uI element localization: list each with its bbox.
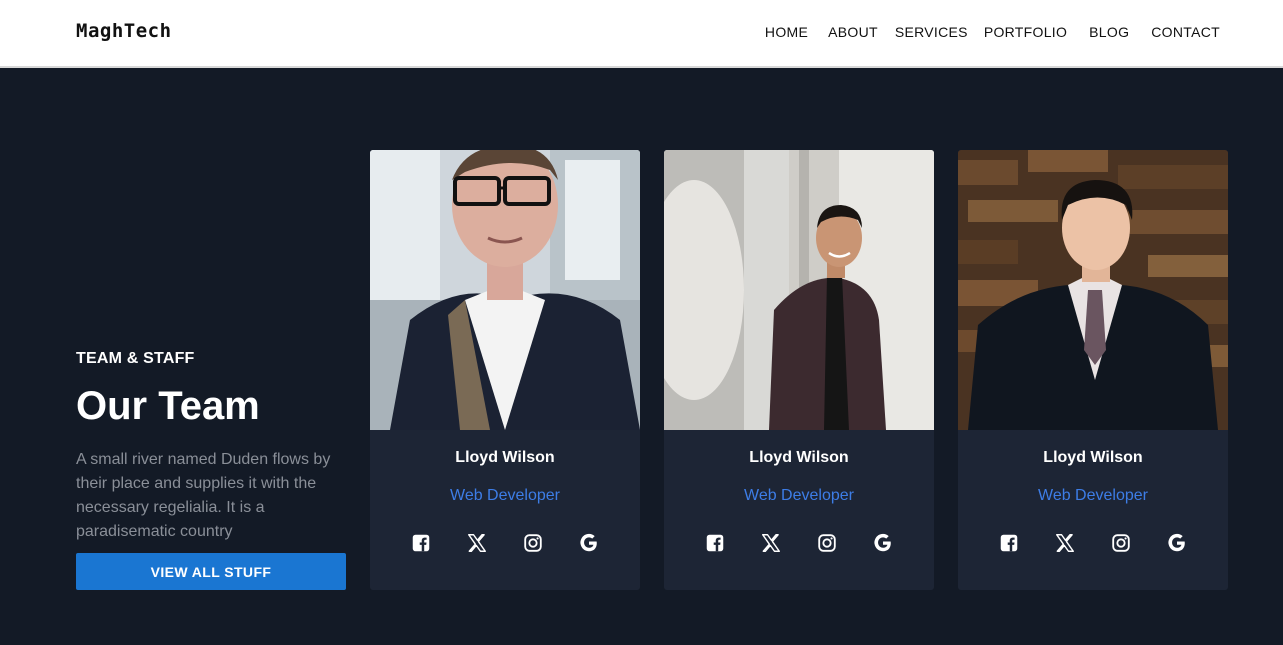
- instagram-icon[interactable]: [1093, 531, 1149, 555]
- x-icon[interactable]: [449, 531, 505, 555]
- x-icon[interactable]: [743, 531, 799, 555]
- social-links: [664, 531, 934, 555]
- google-icon[interactable]: [855, 531, 911, 555]
- member-name: Lloyd Wilson: [749, 449, 849, 466]
- team-intro: TEAM & STAFF Our Team A small river name…: [76, 350, 346, 590]
- card-body: Lloyd Wilson Web Developer: [370, 449, 640, 555]
- member-photo: [370, 150, 640, 430]
- facebook-icon[interactable]: [393, 531, 449, 555]
- team-card: Lloyd Wilson Web Developer: [958, 150, 1228, 590]
- member-role: Web Developer: [744, 487, 854, 504]
- section-description: A small river named Duden flows by their…: [76, 451, 331, 540]
- social-links: [370, 531, 640, 555]
- member-role: Web Developer: [1038, 487, 1148, 504]
- x-icon[interactable]: [1037, 531, 1093, 555]
- team-card: Lloyd Wilson Web Developer: [370, 150, 640, 590]
- social-links: [958, 531, 1228, 555]
- team-card: Lloyd Wilson Web Developer: [664, 150, 934, 590]
- brand-logo[interactable]: MaghTech: [76, 20, 172, 42]
- google-icon[interactable]: [1149, 531, 1205, 555]
- team-section: TEAM & STAFF Our Team A small river name…: [0, 70, 1283, 645]
- card-body: Lloyd Wilson Web Developer: [664, 449, 934, 555]
- facebook-icon[interactable]: [981, 531, 1037, 555]
- google-icon[interactable]: [561, 531, 617, 555]
- member-photo: [664, 150, 934, 430]
- nav-about[interactable]: ABOUT: [828, 24, 878, 40]
- member-name: Lloyd Wilson: [1043, 449, 1143, 466]
- view-all-staff-button[interactable]: VIEW ALL STUFF: [76, 553, 346, 590]
- section-title: Our Team: [76, 384, 260, 428]
- facebook-icon[interactable]: [687, 531, 743, 555]
- member-role: Web Developer: [450, 487, 560, 504]
- navbar: MaghTech HOME ABOUT SERVICES PORTFOLIO B…: [0, 0, 1283, 68]
- card-body: Lloyd Wilson Web Developer: [958, 449, 1228, 555]
- section-eyebrow: TEAM & STAFF: [76, 350, 195, 367]
- member-photo: [958, 150, 1228, 430]
- nav-home[interactable]: HOME: [765, 24, 808, 40]
- nav-portfolio[interactable]: PORTFOLIO: [984, 24, 1067, 40]
- instagram-icon[interactable]: [505, 531, 561, 555]
- instagram-icon[interactable]: [799, 531, 855, 555]
- nav-blog[interactable]: BLOG: [1089, 24, 1129, 40]
- nav-contact[interactable]: CONTACT: [1151, 24, 1220, 40]
- nav-services[interactable]: SERVICES: [895, 24, 968, 40]
- member-name: Lloyd Wilson: [455, 449, 555, 466]
- main-nav: HOME ABOUT SERVICES PORTFOLIO BLOG CONTA…: [765, 24, 1220, 40]
